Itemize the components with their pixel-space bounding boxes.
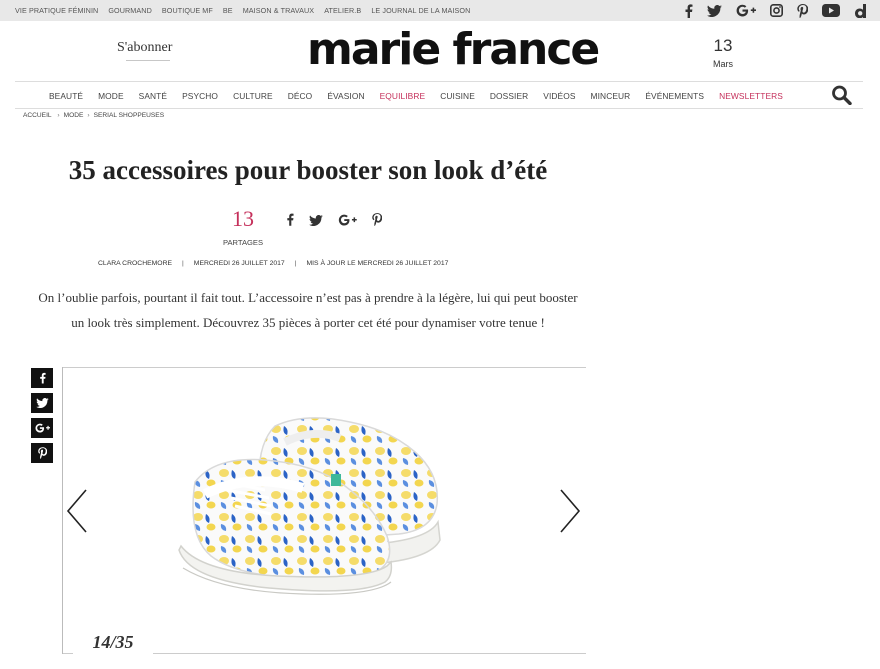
gallery-counter: 14/35	[73, 628, 153, 656]
nav-item-evasion[interactable]: ÉVASION	[327, 91, 364, 101]
site-logo[interactable]: marie france	[307, 24, 600, 76]
social-links	[684, 0, 866, 21]
share-pinterest-icon[interactable]	[372, 213, 383, 231]
publish-date: MERCREDI 26 JUILLET 2017	[193, 260, 285, 267]
pinterest-icon[interactable]	[797, 3, 808, 18]
breadcrumb-separator-icon: ›	[55, 112, 60, 119]
gallery-divider	[62, 367, 63, 654]
nav-item-cuisine[interactable]: CUISINE	[440, 91, 475, 101]
article-intro: On l’oublie parfois, pourtant il fait to…	[38, 290, 578, 330]
side-twitter-icon[interactable]	[31, 393, 53, 413]
main-nav: BEAUTÉ MODE SANTÉ PSYCHO CULTURE DÉCO ÉV…	[15, 81, 863, 109]
top-link[interactable]: VIE PRATIQUE FÉMININ	[15, 6, 98, 15]
nav-item-psycho[interactable]: PSYCHO	[182, 91, 218, 101]
share-label: PARTAGES	[222, 238, 264, 247]
nav-item-equilibre[interactable]: EQUILIBRE	[380, 91, 426, 101]
youtube-icon[interactable]	[822, 4, 840, 17]
nav-item-deco[interactable]: DÉCO	[288, 91, 313, 101]
share-facebook-icon[interactable]	[286, 213, 294, 231]
date-month: Mars	[713, 59, 733, 69]
top-link[interactable]: BE	[223, 6, 233, 15]
breadcrumb-home[interactable]: ACCUEIL	[23, 112, 52, 119]
share-google-plus-icon[interactable]	[338, 213, 357, 231]
top-link[interactable]: MAISON & TRAVAUX	[243, 6, 315, 15]
nav-item-dossier[interactable]: DOSSIER	[490, 91, 528, 101]
search-icon[interactable]	[831, 85, 853, 110]
top-link[interactable]: GOURMAND	[108, 6, 152, 15]
byline-separator: |	[294, 260, 297, 267]
previous-arrow-icon[interactable]	[64, 488, 90, 539]
breadcrumb-mode[interactable]: MODE	[64, 112, 84, 119]
side-pinterest-icon[interactable]	[31, 443, 53, 463]
date-day: 13	[713, 36, 733, 55]
article-byline: CLARA CROCHEMORE | MERCREDI 26 JUILLET 2…	[98, 260, 448, 267]
update-date: MIS À JOUR LE MERCREDI 26 JUILLET 2017	[306, 260, 449, 267]
nav-item-videos[interactable]: VIDÉOS	[543, 91, 575, 101]
top-link[interactable]: LE JOURNAL DE LA MAISON	[371, 6, 470, 15]
nav-item-culture[interactable]: CULTURE	[233, 91, 273, 101]
breadcrumb: ACCUEIL › MODE › SERIAL SHOPPEUSES	[23, 112, 164, 119]
subscribe-link[interactable]: S'abonner	[117, 40, 172, 56]
share-count: 13	[232, 206, 254, 231]
nav-item-beaute[interactable]: BEAUTÉ	[49, 91, 83, 101]
breadcrumb-serial-shoppeuses[interactable]: SERIAL SHOPPEUSES	[94, 112, 164, 119]
nav-item-mode[interactable]: MODE	[98, 91, 124, 101]
article-title: 35 accessoires pour booster son look d’é…	[68, 155, 548, 185]
twitter-icon[interactable]	[707, 4, 722, 17]
instagram-icon[interactable]	[770, 4, 783, 17]
subscribe-underline	[126, 60, 170, 61]
side-facebook-icon[interactable]	[31, 368, 53, 388]
partner-links: VIE PRATIQUE FÉMININ GOURMAND BOUTIQUE M…	[15, 0, 470, 21]
gallery-image[interactable]	[165, 378, 465, 633]
article-share-buttons	[286, 213, 383, 231]
side-google-plus-icon[interactable]	[31, 418, 53, 438]
facebook-icon[interactable]	[684, 3, 693, 18]
nav-item-sante[interactable]: SANTÉ	[139, 91, 167, 101]
top-link[interactable]: BOUTIQUE MF	[162, 6, 213, 15]
byline-separator: |	[182, 260, 184, 267]
nav-item-evenements[interactable]: ÉVÉNEMENTS	[645, 91, 704, 101]
share-twitter-icon[interactable]	[309, 213, 323, 231]
breadcrumb-separator-icon: ›	[87, 112, 90, 119]
google-plus-icon[interactable]	[736, 4, 756, 17]
top-link[interactable]: ATELIER.B	[324, 6, 361, 15]
nav-item-newsletters[interactable]: NEWSLETTERS	[719, 91, 783, 101]
author-name[interactable]: CLARA CROCHEMORE	[98, 260, 172, 267]
nav-item-minceur[interactable]: MINCEUR	[591, 91, 631, 101]
next-arrow-icon[interactable]	[557, 488, 583, 539]
dailymotion-icon[interactable]	[854, 3, 866, 18]
side-share-bar	[31, 368, 53, 463]
top-bar: VIE PRATIQUE FÉMININ GOURMAND BOUTIQUE M…	[0, 0, 880, 21]
